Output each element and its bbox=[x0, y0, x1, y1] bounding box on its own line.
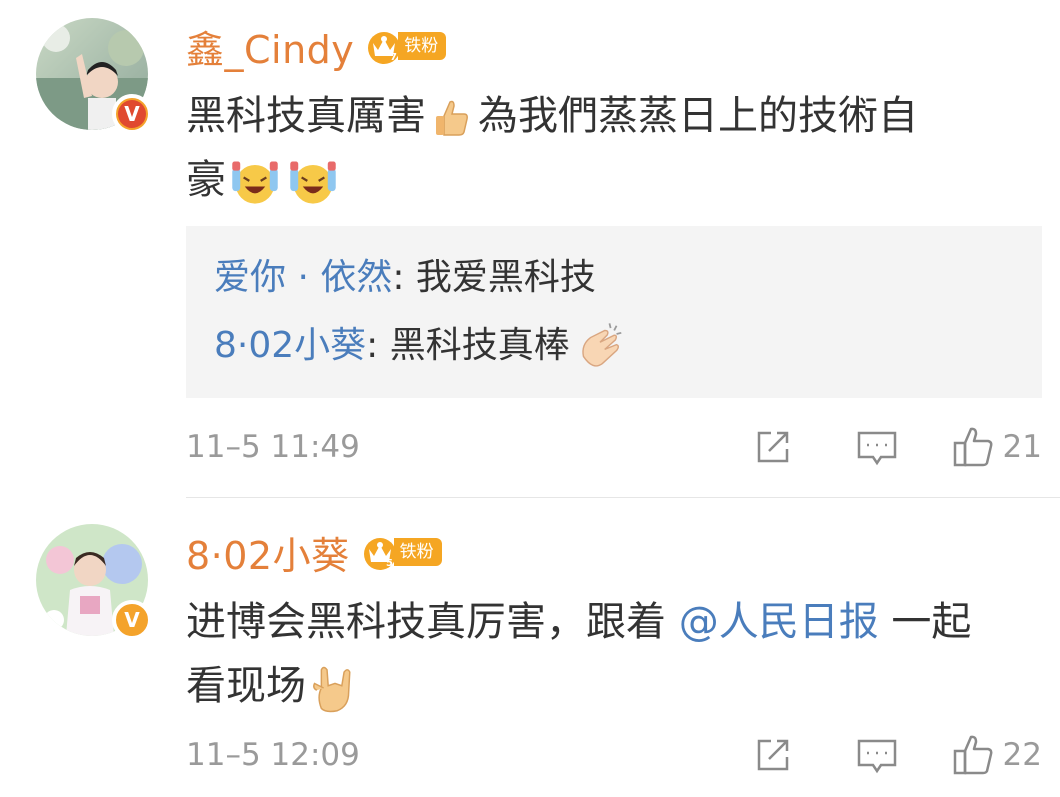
fan-badge[interactable]: 5 铁粉 bbox=[360, 532, 442, 572]
username[interactable]: 鑫_Cindy bbox=[186, 19, 354, 74]
comment-text: 进博会黑科技真厉害，跟着 @人民日报 一起 看现场 bbox=[186, 590, 1036, 718]
verified-badge-icon: V bbox=[112, 94, 152, 134]
like-button[interactable]: 22 bbox=[951, 733, 1042, 777]
avatar[interactable]: V bbox=[36, 18, 152, 134]
like-icon bbox=[953, 427, 992, 467]
like-count: 22 bbox=[1002, 737, 1042, 773]
share-icon[interactable] bbox=[751, 733, 795, 777]
laugh-cry-icon bbox=[232, 161, 278, 204]
reply-text: 我爱黑科技 bbox=[415, 257, 596, 298]
reply-username[interactable]: 8·02小葵 bbox=[214, 325, 366, 366]
fan-badge-label: 铁粉 bbox=[398, 32, 447, 60]
share-icon[interactable] bbox=[751, 425, 795, 469]
verified-badge-icon: V bbox=[112, 600, 152, 640]
svg-text:7: 7 bbox=[390, 52, 397, 63]
like-button[interactable]: 21 bbox=[951, 425, 1042, 469]
reply-text: 黑科技真棒 bbox=[389, 325, 570, 366]
like-icon bbox=[953, 735, 992, 775]
avatar[interactable]: V bbox=[36, 524, 152, 640]
thumbs-up-icon bbox=[436, 100, 468, 136]
laugh-cry-icon bbox=[290, 161, 336, 204]
svg-text:5: 5 bbox=[386, 558, 393, 569]
reply-item[interactable]: 爱你 · 依然: 我爱黑科技 bbox=[214, 244, 1014, 312]
timestamp: 11–5 11:49 bbox=[186, 429, 360, 465]
mention-link[interactable]: @人民日报 bbox=[679, 599, 879, 645]
comment-text: 黑科技真厲害 為我們蒸蒸日上的技術自 豪 bbox=[186, 84, 1036, 212]
rock-hand-icon bbox=[313, 666, 351, 713]
comment-icon[interactable] bbox=[855, 733, 899, 777]
clap-icon bbox=[582, 323, 622, 367]
reply-box[interactable]: 爱你 · 依然: 我爱黑科技 8·02小葵: 黑科技真棒 bbox=[186, 226, 1042, 398]
fan-badge[interactable]: 7 铁粉 bbox=[364, 26, 447, 66]
timestamp: 11–5 12:09 bbox=[186, 737, 360, 773]
divider bbox=[186, 497, 1060, 498]
fan-badge-label: 铁粉 bbox=[393, 538, 442, 566]
like-count: 21 bbox=[1002, 429, 1042, 465]
reply-username[interactable]: 爱你 · 依然 bbox=[214, 257, 392, 298]
username[interactable]: 8·02小葵 bbox=[186, 525, 350, 580]
reply-item[interactable]: 8·02小葵: 黑科技真棒 bbox=[214, 312, 1014, 380]
comment-icon[interactable] bbox=[855, 425, 899, 469]
